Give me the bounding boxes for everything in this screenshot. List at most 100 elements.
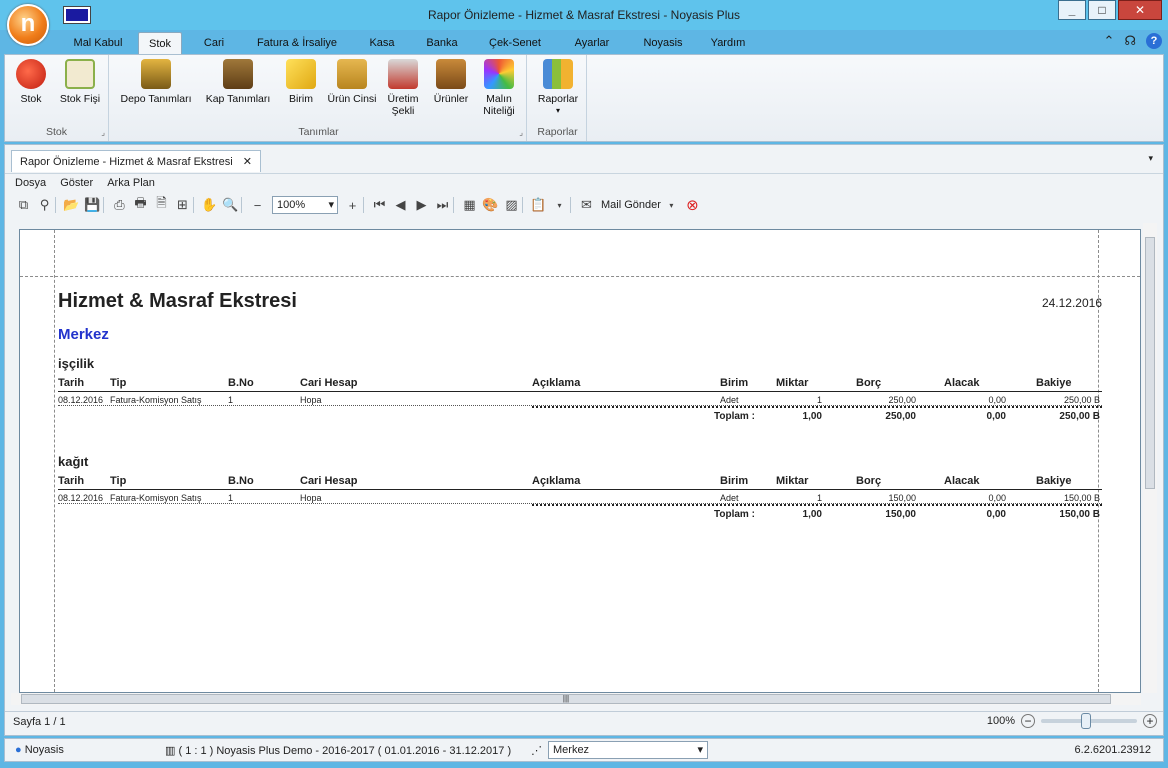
col-aciklama: Açıklama: [532, 377, 581, 389]
report-section: kağıt Tarih Tip B.No Cari Hesap Açıklama…: [58, 454, 1102, 520]
raporlar-label: Raporlar: [537, 93, 579, 105]
stok-button[interactable]: Stok: [11, 59, 51, 105]
tab-fatura-irsaliye[interactable]: Fatura & İrsaliye: [248, 32, 346, 54]
vertical-scroll-thumb[interactable]: [1145, 237, 1155, 489]
user-icon: ●: [15, 744, 22, 756]
urun-cinsi-button[interactable]: Ürün Cinsi: [325, 59, 379, 105]
print-icon[interactable]: ⎙: [109, 195, 130, 215]
quick-print-icon[interactable]: 🖶: [130, 195, 151, 215]
open-icon[interactable]: 📂: [61, 195, 82, 215]
mail-gonder-button[interactable]: Mail Gönder: [601, 199, 661, 211]
total-bakiye: 150,00 B: [1059, 509, 1100, 520]
zoom-slider-knob[interactable]: [1081, 713, 1091, 729]
tab-noyasis[interactable]: Noyasis: [636, 32, 690, 54]
urunler-button[interactable]: Ürünler: [429, 59, 473, 105]
close-preview-icon[interactable]: ⊗: [682, 195, 703, 215]
tab-banka[interactable]: Banka: [420, 32, 464, 54]
raporlar-button[interactable]: Raporlar ▾: [533, 59, 583, 117]
chevron-down-icon[interactable]: ▾: [1148, 153, 1153, 164]
dialog-launcher-icon[interactable]: ⌟: [101, 128, 105, 137]
zoom-in-icon[interactable]: +: [342, 195, 363, 215]
maximize-button[interactable]: □: [1088, 0, 1116, 20]
next-page-icon[interactable]: ▶: [411, 195, 432, 215]
title-bar: Rapor Önizleme - Hizmet & Masraf Ekstres…: [0, 0, 1168, 30]
document-map-icon[interactable]: ⧉: [13, 195, 34, 215]
depo-tanimlari-button[interactable]: Depo Tanımları: [115, 59, 197, 105]
col-bno: B.No: [228, 475, 254, 487]
headset-icon[interactable]: ☊: [1124, 33, 1136, 49]
help-icon[interactable]: ?: [1146, 33, 1162, 49]
mail-icon[interactable]: ✉: [576, 195, 597, 215]
vertical-scrollbar[interactable]: [1143, 223, 1157, 693]
horizontal-scroll-thumb[interactable]: |||: [21, 694, 1111, 704]
section-name: işçilik: [58, 356, 95, 371]
mail-dropdown-icon[interactable]: ▾: [661, 195, 682, 215]
zoom-out-icon[interactable]: −: [1021, 714, 1035, 728]
table-row: 08.12.2016 Fatura-Komisyon Satış 1 Hopa …: [58, 490, 1102, 504]
doc-tab-label: Rapor Önizleme - Hizmet & Masraf Ekstres…: [20, 156, 233, 168]
tab-rapor-onizleme[interactable]: Rapor Önizleme - Hizmet & Masraf Ekstres…: [11, 150, 261, 172]
collapse-ribbon-icon[interactable]: ⌃: [1104, 33, 1115, 49]
zoom-control: 100% − +: [987, 713, 1157, 729]
ribbon-group-stok: Stok Stok Fişi Stok ⌟: [5, 55, 109, 141]
zoom-dropdown[interactable]: 100%: [272, 196, 338, 214]
tab-kasa[interactable]: Kasa: [364, 32, 400, 54]
kap-tanimlari-button[interactable]: Kap Tanımları: [203, 59, 273, 105]
branch-dropdown[interactable]: Merkez: [548, 741, 708, 759]
horizontal-scrollbar[interactable]: |||: [11, 693, 1141, 705]
menu-goster[interactable]: Göster: [60, 174, 93, 191]
scale-icon[interactable]: ⊞: [172, 195, 193, 215]
watermark-icon[interactable]: ▨: [501, 195, 522, 215]
multiple-pages-icon[interactable]: ▦: [459, 195, 480, 215]
malin-niteligi-button[interactable]: Malın Niteliği: [477, 59, 521, 117]
tab-cari[interactable]: Cari: [196, 32, 232, 54]
col-alacak: Alacak: [944, 377, 980, 389]
tab-mal-kabul[interactable]: Mal Kabul: [68, 32, 128, 54]
quick-access-flag-icon[interactable]: [63, 6, 91, 24]
zoom-out-icon[interactable]: −: [247, 195, 268, 215]
hand-icon[interactable]: ✋: [199, 195, 220, 215]
close-button[interactable]: ✕: [1118, 0, 1162, 20]
branch-selector: ⋰ Merkez: [531, 741, 708, 759]
menu-dosya[interactable]: Dosya: [15, 174, 46, 191]
col-tip: Tip: [110, 377, 127, 389]
cell-miktar: 1: [816, 493, 822, 503]
page-indicator: Sayfa 1 / 1: [13, 716, 66, 728]
first-page-icon[interactable]: ⏮: [369, 195, 390, 215]
dialog-launcher-icon[interactable]: ⌟: [519, 128, 523, 137]
previous-page-icon[interactable]: ◀: [390, 195, 411, 215]
tab-yardim[interactable]: Yardım: [706, 32, 750, 54]
menu-arka-plan[interactable]: Arka Plan: [107, 174, 155, 191]
cell-cari-hesap: Hopa: [300, 395, 322, 405]
ribbon-panel: Stok Stok Fişi Stok ⌟ Depo Tanımları Kap…: [4, 54, 1164, 142]
find-icon[interactable]: ⚲: [34, 195, 55, 215]
export-icon[interactable]: 📋: [528, 195, 549, 215]
export-dropdown-icon[interactable]: ▾: [549, 195, 570, 215]
birim-button[interactable]: Birim: [281, 59, 321, 105]
close-icon[interactable]: ✕: [243, 156, 252, 168]
stok-fisi-button[interactable]: Stok Fişi: [55, 59, 105, 105]
last-page-icon[interactable]: ⏭: [432, 195, 453, 215]
tomato-icon: [16, 59, 46, 89]
tab-cek-senet[interactable]: Çek-Senet: [484, 32, 546, 54]
zoom-in-icon[interactable]: +: [1143, 714, 1157, 728]
zoom-icon[interactable]: 🔍: [220, 195, 241, 215]
col-alacak: Alacak: [944, 475, 980, 487]
minimize-button[interactable]: _: [1058, 0, 1086, 20]
page-setup-icon[interactable]: 🗎: [151, 195, 172, 215]
cell-borc: 250,00: [888, 395, 916, 405]
uretim-sekli-button[interactable]: Üretim Şekli: [383, 59, 423, 117]
tab-ayarlar[interactable]: Ayarlar: [566, 32, 618, 54]
cell-alacak: 0,00: [988, 395, 1006, 405]
box-icon: [223, 59, 253, 89]
color-icon[interactable]: 🎨: [480, 195, 501, 215]
products-icon: [436, 59, 466, 89]
total-row: Toplam : 1,00 150,00 0,00 150,00 B: [532, 504, 1102, 520]
col-miktar: Miktar: [776, 475, 809, 487]
window-title: Rapor Önizleme - Hizmet & Masraf Ekstres…: [427, 8, 741, 22]
zoom-slider[interactable]: [1041, 713, 1137, 729]
tab-stok[interactable]: Stok: [138, 32, 182, 55]
cell-birim: Adet: [720, 395, 739, 405]
save-icon[interactable]: 💾: [82, 195, 103, 215]
app-menu-orb-icon[interactable]: n: [7, 4, 49, 46]
